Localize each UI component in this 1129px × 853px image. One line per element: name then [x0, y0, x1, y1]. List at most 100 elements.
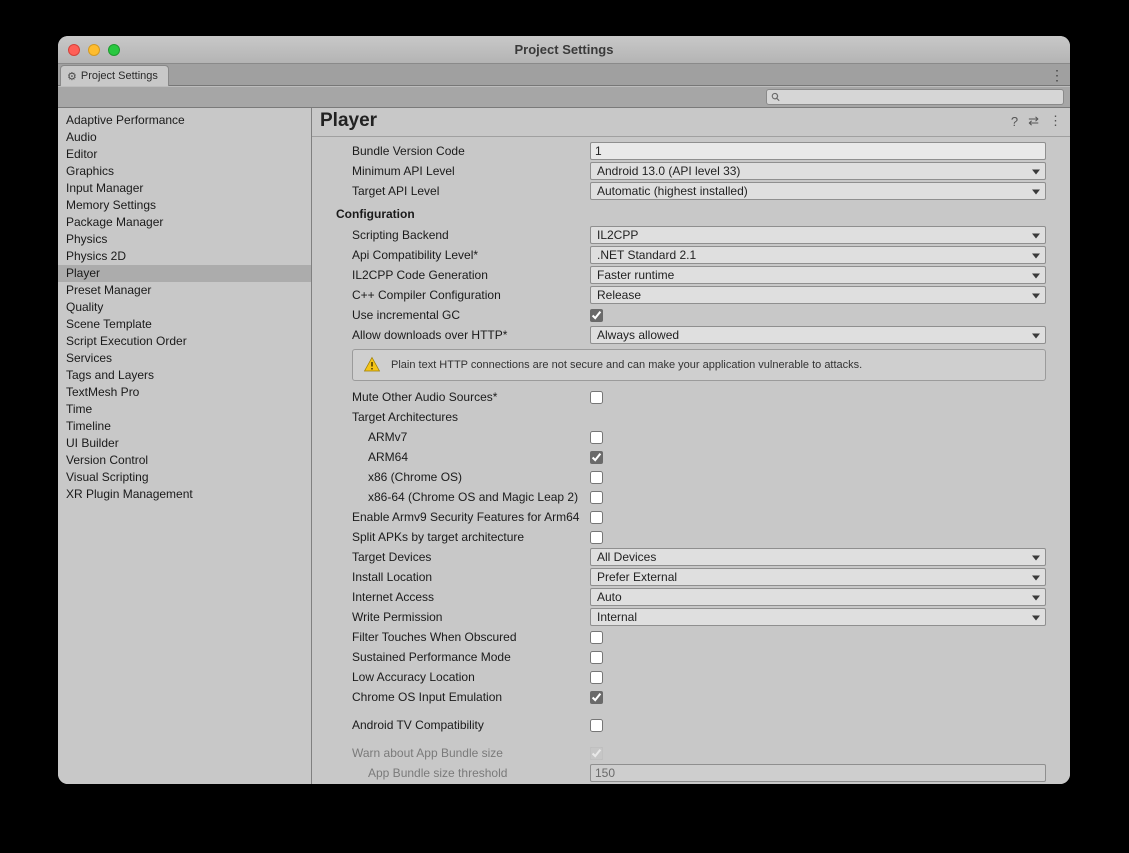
- content: Adaptive PerformanceAudioEditorGraphicsI…: [58, 108, 1070, 784]
- main-body[interactable]: Bundle Version Code Minimum API Level An…: [312, 137, 1070, 784]
- allow-http-label: Allow downloads over HTTP*: [330, 328, 590, 342]
- arch-x86-checkbox[interactable]: [590, 471, 603, 484]
- search-input[interactable]: [785, 91, 1059, 103]
- sidebar-item-ui-builder[interactable]: UI Builder: [58, 435, 311, 452]
- sidebar: Adaptive PerformanceAudioEditorGraphicsI…: [58, 108, 312, 784]
- armv9sec-checkbox[interactable]: [590, 511, 603, 524]
- target-devices-dropdown[interactable]: All Devices: [590, 548, 1046, 566]
- configuration-header: Configuration: [330, 201, 1046, 225]
- tab-project-settings[interactable]: ⚙ Project Settings: [60, 65, 169, 86]
- scripting-backend-label: Scripting Backend: [330, 228, 590, 242]
- bundle-threshold-input: [590, 764, 1046, 782]
- arch-x86-64-label: x86-64 (Chrome OS and Magic Leap 2): [330, 490, 590, 504]
- filter-touches-label: Filter Touches When Obscured: [330, 630, 590, 644]
- chrome-os-input-checkbox[interactable]: [590, 691, 603, 704]
- sidebar-item-timeline[interactable]: Timeline: [58, 418, 311, 435]
- sidebar-item-adaptive-performance[interactable]: Adaptive Performance: [58, 112, 311, 129]
- target-api-level-dropdown[interactable]: Automatic (highest installed): [590, 182, 1046, 200]
- api-compat-dropdown[interactable]: .NET Standard 2.1: [590, 246, 1046, 264]
- target-arch-header: Target Architectures: [330, 410, 590, 424]
- warn-bundle-checkbox: [590, 747, 603, 760]
- sidebar-item-input-manager[interactable]: Input Manager: [58, 180, 311, 197]
- filter-touches-checkbox[interactable]: [590, 631, 603, 644]
- install-location-label: Install Location: [330, 570, 590, 584]
- arch-x86-64-checkbox[interactable]: [590, 491, 603, 504]
- cpp-compiler-label: C++ Compiler Configuration: [330, 288, 590, 302]
- android-tv-label: Android TV Compatibility: [330, 718, 590, 732]
- target-api-level-label: Target API Level: [330, 184, 590, 198]
- sidebar-item-time[interactable]: Time: [58, 401, 311, 418]
- split-apk-label: Split APKs by target architecture: [330, 530, 590, 544]
- help-icon[interactable]: ?: [1011, 114, 1018, 129]
- incremental-gc-label: Use incremental GC: [330, 308, 590, 322]
- incremental-gc-checkbox[interactable]: [590, 309, 603, 322]
- http-warning-text: Plain text HTTP connections are not secu…: [391, 359, 862, 371]
- write-permission-dropdown[interactable]: Internal: [590, 608, 1046, 626]
- panel-menu-icon[interactable]: ⋮: [1049, 113, 1062, 129]
- sidebar-item-graphics[interactable]: Graphics: [58, 163, 311, 180]
- chrome-os-input-label: Chrome OS Input Emulation: [330, 690, 590, 704]
- http-warning-box: Plain text HTTP connections are not secu…: [352, 349, 1046, 381]
- project-settings-window: Project Settings ⚙ Project Settings ⋮ Ad…: [58, 36, 1070, 784]
- low-accuracy-label: Low Accuracy Location: [330, 670, 590, 684]
- searchbar: [58, 86, 1070, 108]
- titlebar: Project Settings: [58, 36, 1070, 64]
- il2cpp-gen-label: IL2CPP Code Generation: [330, 268, 590, 282]
- sidebar-item-quality[interactable]: Quality: [58, 299, 311, 316]
- arch-arm64-checkbox[interactable]: [590, 451, 603, 464]
- low-accuracy-checkbox[interactable]: [590, 671, 603, 684]
- sidebar-item-editor[interactable]: Editor: [58, 146, 311, 163]
- bundle-version-code-input[interactable]: [590, 142, 1046, 160]
- sustained-perf-checkbox[interactable]: [590, 651, 603, 664]
- sidebar-item-xr-plugin-management[interactable]: XR Plugin Management: [58, 486, 311, 503]
- install-location-dropdown[interactable]: Prefer External: [590, 568, 1046, 586]
- sidebar-item-tags-and-layers[interactable]: Tags and Layers: [58, 367, 311, 384]
- api-compat-label: Api Compatibility Level*: [330, 248, 590, 262]
- write-permission-label: Write Permission: [330, 610, 590, 624]
- mute-audio-label: Mute Other Audio Sources*: [330, 390, 590, 404]
- main-panel: Player ? ⇄ ⋮ Bundle Version Code Minimum…: [312, 108, 1070, 784]
- search-field-wrap[interactable]: [766, 89, 1064, 105]
- il2cpp-gen-dropdown[interactable]: Faster runtime: [590, 266, 1046, 284]
- allow-http-dropdown[interactable]: Always allowed: [590, 326, 1046, 344]
- split-apk-checkbox[interactable]: [590, 531, 603, 544]
- sidebar-item-textmesh-pro[interactable]: TextMesh Pro: [58, 384, 311, 401]
- sidebar-item-version-control[interactable]: Version Control: [58, 452, 311, 469]
- window-title: Project Settings: [58, 42, 1070, 57]
- sidebar-item-scene-template[interactable]: Scene Template: [58, 316, 311, 333]
- warning-icon: [363, 356, 381, 374]
- sidebar-item-audio[interactable]: Audio: [58, 129, 311, 146]
- sidebar-item-physics[interactable]: Physics: [58, 231, 311, 248]
- arch-armv7-checkbox[interactable]: [590, 431, 603, 444]
- search-icon: [771, 92, 781, 102]
- cpp-compiler-dropdown[interactable]: Release: [590, 286, 1046, 304]
- android-tv-checkbox[interactable]: [590, 719, 603, 732]
- arch-arm64-label: ARM64: [330, 450, 590, 464]
- tabbar: ⚙ Project Settings ⋮: [58, 64, 1070, 86]
- bundle-threshold-label: App Bundle size threshold: [330, 766, 590, 780]
- arch-x86-label: x86 (Chrome OS): [330, 470, 590, 484]
- warn-bundle-label: Warn about App Bundle size: [330, 746, 590, 760]
- mute-audio-checkbox[interactable]: [590, 391, 603, 404]
- sidebar-item-physics-2d[interactable]: Physics 2D: [58, 248, 311, 265]
- tab-label: Project Settings: [81, 70, 158, 82]
- min-api-level-dropdown[interactable]: Android 13.0 (API level 33): [590, 162, 1046, 180]
- sidebar-item-player[interactable]: Player: [58, 265, 311, 282]
- min-api-level-label: Minimum API Level: [330, 164, 590, 178]
- sustained-perf-label: Sustained Performance Mode: [330, 650, 590, 664]
- sidebar-item-visual-scripting[interactable]: Visual Scripting: [58, 469, 311, 486]
- tabbar-menu-button[interactable]: ⋮: [1050, 65, 1064, 85]
- page-title: Player: [320, 110, 377, 132]
- preset-icon[interactable]: ⇄: [1028, 113, 1039, 129]
- arch-armv7-label: ARMv7: [330, 430, 590, 444]
- sidebar-item-preset-manager[interactable]: Preset Manager: [58, 282, 311, 299]
- armv9sec-label: Enable Armv9 Security Features for Arm64: [330, 510, 590, 524]
- scripting-backend-dropdown[interactable]: IL2CPP: [590, 226, 1046, 244]
- sidebar-item-package-manager[interactable]: Package Manager: [58, 214, 311, 231]
- sidebar-item-memory-settings[interactable]: Memory Settings: [58, 197, 311, 214]
- gear-icon: ⚙: [67, 70, 77, 83]
- sidebar-item-services[interactable]: Services: [58, 350, 311, 367]
- sidebar-item-script-execution-order[interactable]: Script Execution Order: [58, 333, 311, 350]
- internet-access-label: Internet Access: [330, 590, 590, 604]
- internet-access-dropdown[interactable]: Auto: [590, 588, 1046, 606]
